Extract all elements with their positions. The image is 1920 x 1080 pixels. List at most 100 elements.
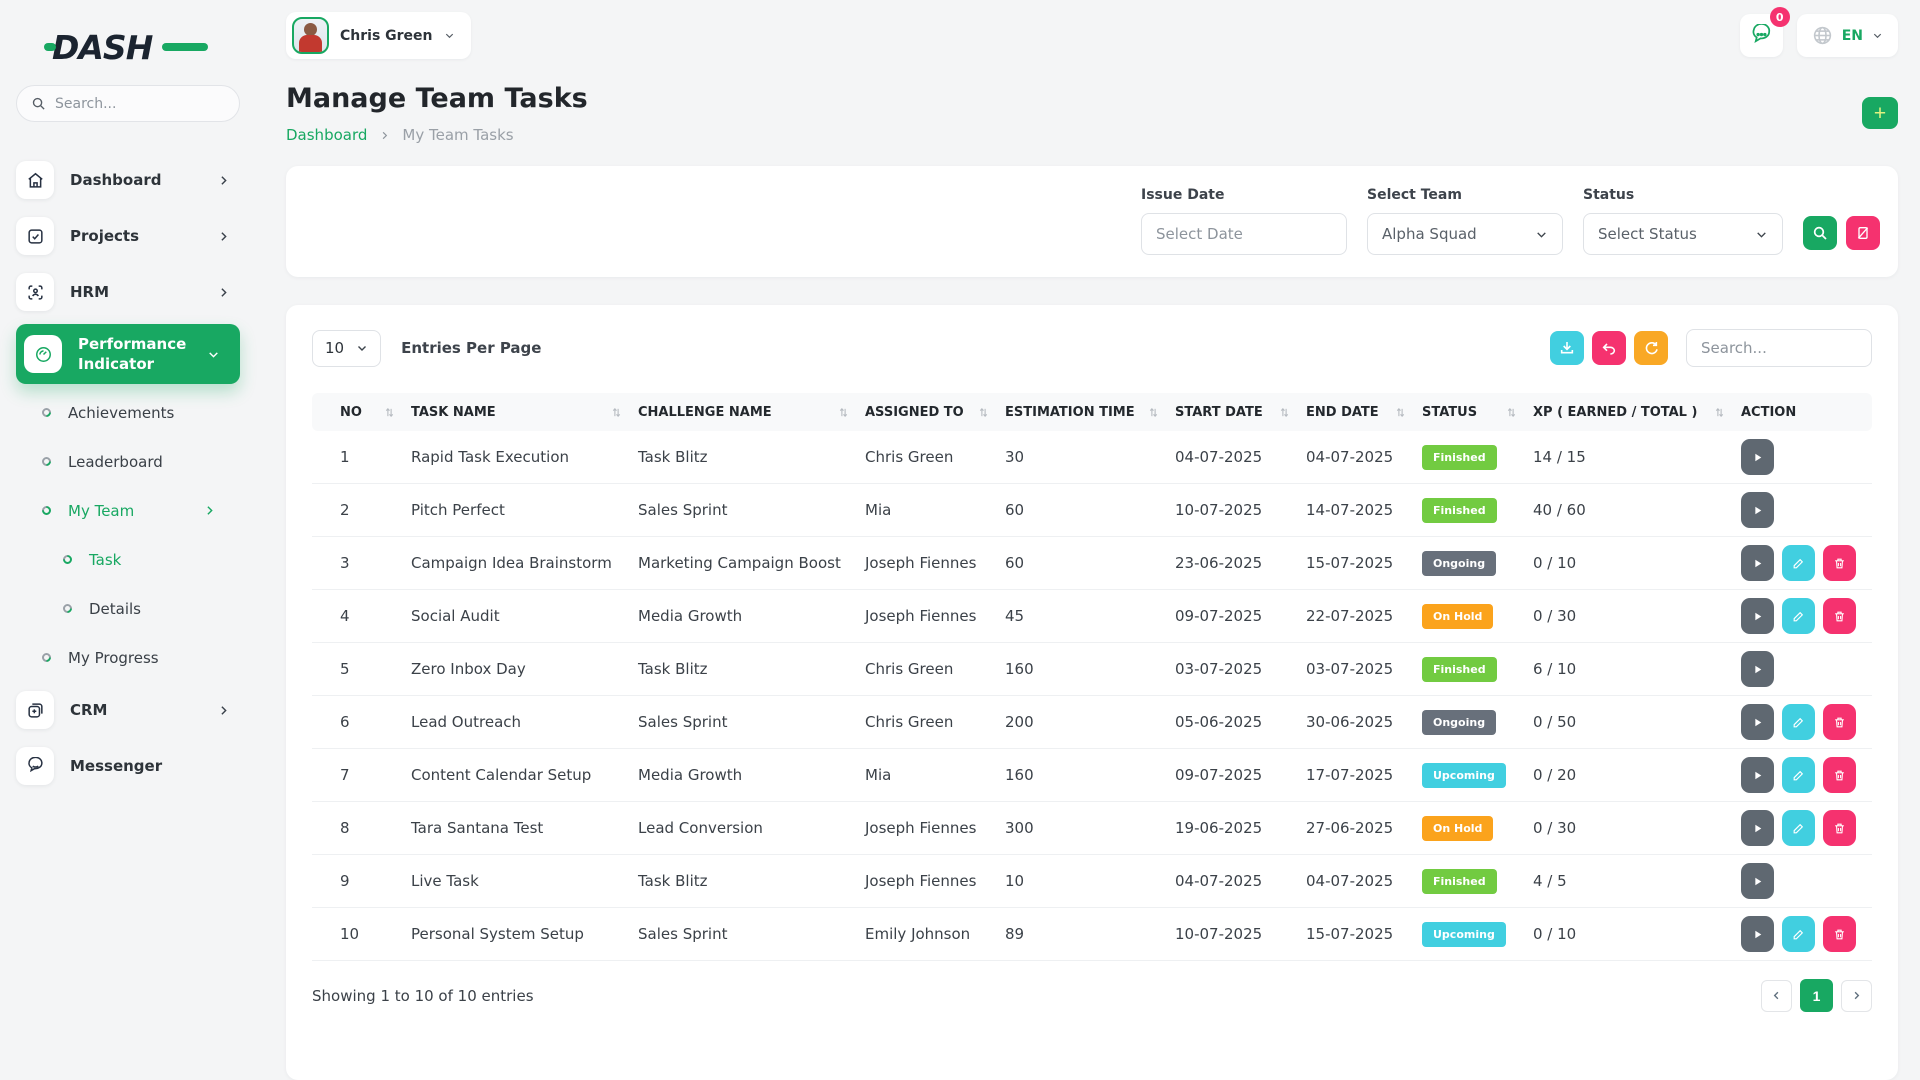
user-menu[interactable]: Chris Green <box>286 12 471 59</box>
column-header-end-date[interactable]: END DATE <box>1306 393 1422 431</box>
column-header-start-date[interactable]: START DATE <box>1175 393 1306 431</box>
row-no: 2 <box>312 501 411 519</box>
breadcrumb-dashboard[interactable]: Dashboard <box>286 126 367 144</box>
column-label: CHALLENGE NAME <box>638 405 772 420</box>
column-label: NO <box>340 405 362 420</box>
previous-page-button[interactable] <box>1761 980 1792 1012</box>
team-select[interactable]: Alpha Squad <box>1367 213 1563 255</box>
trash-icon <box>1833 822 1846 835</box>
sidebar-item-details[interactable]: Details <box>16 584 240 633</box>
pencil-icon <box>1792 610 1805 623</box>
view-task-button[interactable] <box>1741 916 1774 952</box>
sort-icon <box>611 407 622 418</box>
entries-per-page-select[interactable]: 10 <box>312 330 381 367</box>
app-logo[interactable]: DASH <box>52 28 182 67</box>
column-header-estimation-time[interactable]: ESTIMATION TIME <box>1005 393 1175 431</box>
column-header-assigned-to[interactable]: ASSIGNED TO <box>865 393 1005 431</box>
column-header-status[interactable]: STATUS <box>1422 393 1533 431</box>
edit-task-button[interactable] <box>1782 598 1815 634</box>
export-button[interactable] <box>1550 331 1584 365</box>
estimation-time: 45 <box>1005 607 1175 625</box>
edit-task-button[interactable] <box>1782 916 1815 952</box>
undo-button[interactable] <box>1592 331 1626 365</box>
column-header-no[interactable]: NO <box>312 393 411 431</box>
edit-task-button[interactable] <box>1782 810 1815 846</box>
estimation-time: 200 <box>1005 713 1175 731</box>
sidebar-item-my-team[interactable]: My Team <box>16 486 240 535</box>
sidebar-item-hrm[interactable]: HRM <box>16 264 240 320</box>
sidebar-item-projects[interactable]: Projects <box>16 208 240 264</box>
view-task-button[interactable] <box>1741 598 1774 634</box>
column-header-xp-earned-total[interactable]: XP ( EARNED / TOTAL ) <box>1533 393 1741 431</box>
delete-task-button[interactable] <box>1823 545 1856 581</box>
delete-task-button[interactable] <box>1823 916 1856 952</box>
table-row: 6Lead OutreachSales SprintChris Green200… <box>312 696 1872 749</box>
view-task-button[interactable] <box>1741 810 1774 846</box>
view-task-button[interactable] <box>1741 545 1774 581</box>
estimation-time: 60 <box>1005 554 1175 572</box>
challenge-name: Marketing Campaign Boost <box>638 554 865 572</box>
issue-date-input[interactable] <box>1156 225 1332 243</box>
table-search-input[interactable] <box>1701 339 1857 357</box>
delete-task-button[interactable] <box>1823 704 1856 740</box>
status-badge: Upcoming <box>1422 763 1506 788</box>
view-task-button[interactable] <box>1741 757 1774 793</box>
edit-task-button[interactable] <box>1782 757 1815 793</box>
messenger-icon <box>16 747 54 785</box>
delete-task-button[interactable] <box>1823 598 1856 634</box>
status-select[interactable]: Select Status <box>1583 213 1783 255</box>
sort-icon <box>978 407 989 418</box>
sidebar-item-crm[interactable]: CRM <box>16 682 240 738</box>
pencil-icon <box>1792 928 1805 941</box>
bullet-icon <box>61 553 74 566</box>
sidebar-item-leaderboard[interactable]: Leaderboard <box>16 437 240 486</box>
sidebar-item-dashboard[interactable]: Dashboard <box>16 152 240 208</box>
pencil-icon <box>1792 822 1805 835</box>
table-row: 8Tara Santana TestLead ConversionJoseph … <box>312 802 1872 855</box>
home-icon <box>16 161 54 199</box>
chevron-down-icon <box>1755 228 1768 241</box>
edit-task-button[interactable] <box>1782 704 1815 740</box>
add-task-button[interactable]: + <box>1862 97 1898 129</box>
sidebar-search[interactable] <box>16 85 240 122</box>
logo-text: DASH <box>52 28 152 67</box>
row-actions <box>1741 704 1872 740</box>
user-name: Chris Green <box>340 28 433 44</box>
sidebar-item-performance-indicator[interactable]: Performance Indicator <box>16 324 240 384</box>
table-row: 9Live TaskTask BlitzJoseph Fiennes1004-0… <box>312 855 1872 908</box>
filter-clear-button[interactable] <box>1846 216 1880 250</box>
column-header-challenge-name[interactable]: CHALLENGE NAME <box>638 393 865 431</box>
showing-entries-text: Showing 1 to 10 of 10 entries <box>312 987 534 1005</box>
estimation-time: 89 <box>1005 925 1175 943</box>
sidebar-item-my-progress[interactable]: My Progress <box>16 633 240 682</box>
sidebar-item-messenger[interactable]: Messenger <box>16 738 240 794</box>
play-icon <box>1751 451 1764 464</box>
view-task-button[interactable] <box>1741 492 1774 528</box>
view-task-button[interactable] <box>1741 704 1774 740</box>
language-selector[interactable]: EN <box>1797 14 1898 57</box>
next-page-button[interactable] <box>1841 980 1872 1012</box>
filter-panel: Issue Date Select Team Alpha Squad Statu… <box>286 166 1898 277</box>
column-header-task-name[interactable]: TASK NAME <box>411 393 638 431</box>
edit-task-button[interactable] <box>1782 545 1815 581</box>
delete-task-button[interactable] <box>1823 810 1856 846</box>
view-task-button[interactable] <box>1741 439 1774 475</box>
sidebar-item-task[interactable]: Task <box>16 535 240 584</box>
refresh-button[interactable] <box>1634 331 1668 365</box>
sidebar-search-input[interactable] <box>55 96 215 112</box>
undo-icon <box>1601 340 1617 356</box>
end-date: 15-07-2025 <box>1306 925 1422 943</box>
page-head: Manage Team Tasks Dashboard My Team Task… <box>256 59 1920 144</box>
sidebar-item-achievements[interactable]: Achievements <box>16 388 240 437</box>
delete-task-button[interactable] <box>1823 757 1856 793</box>
row-actions <box>1741 757 1872 793</box>
view-task-button[interactable] <box>1741 863 1774 899</box>
play-icon <box>1751 769 1764 782</box>
page-number-button[interactable]: 1 <box>1800 979 1833 1012</box>
row-no: 4 <box>312 607 411 625</box>
filter-search-button[interactable] <box>1803 216 1837 250</box>
view-task-button[interactable] <box>1741 651 1774 687</box>
topbar-actions: 0 EN <box>1740 14 1898 57</box>
sidebar-item-label: Details <box>89 600 141 618</box>
messages-button[interactable]: 0 <box>1740 14 1783 57</box>
